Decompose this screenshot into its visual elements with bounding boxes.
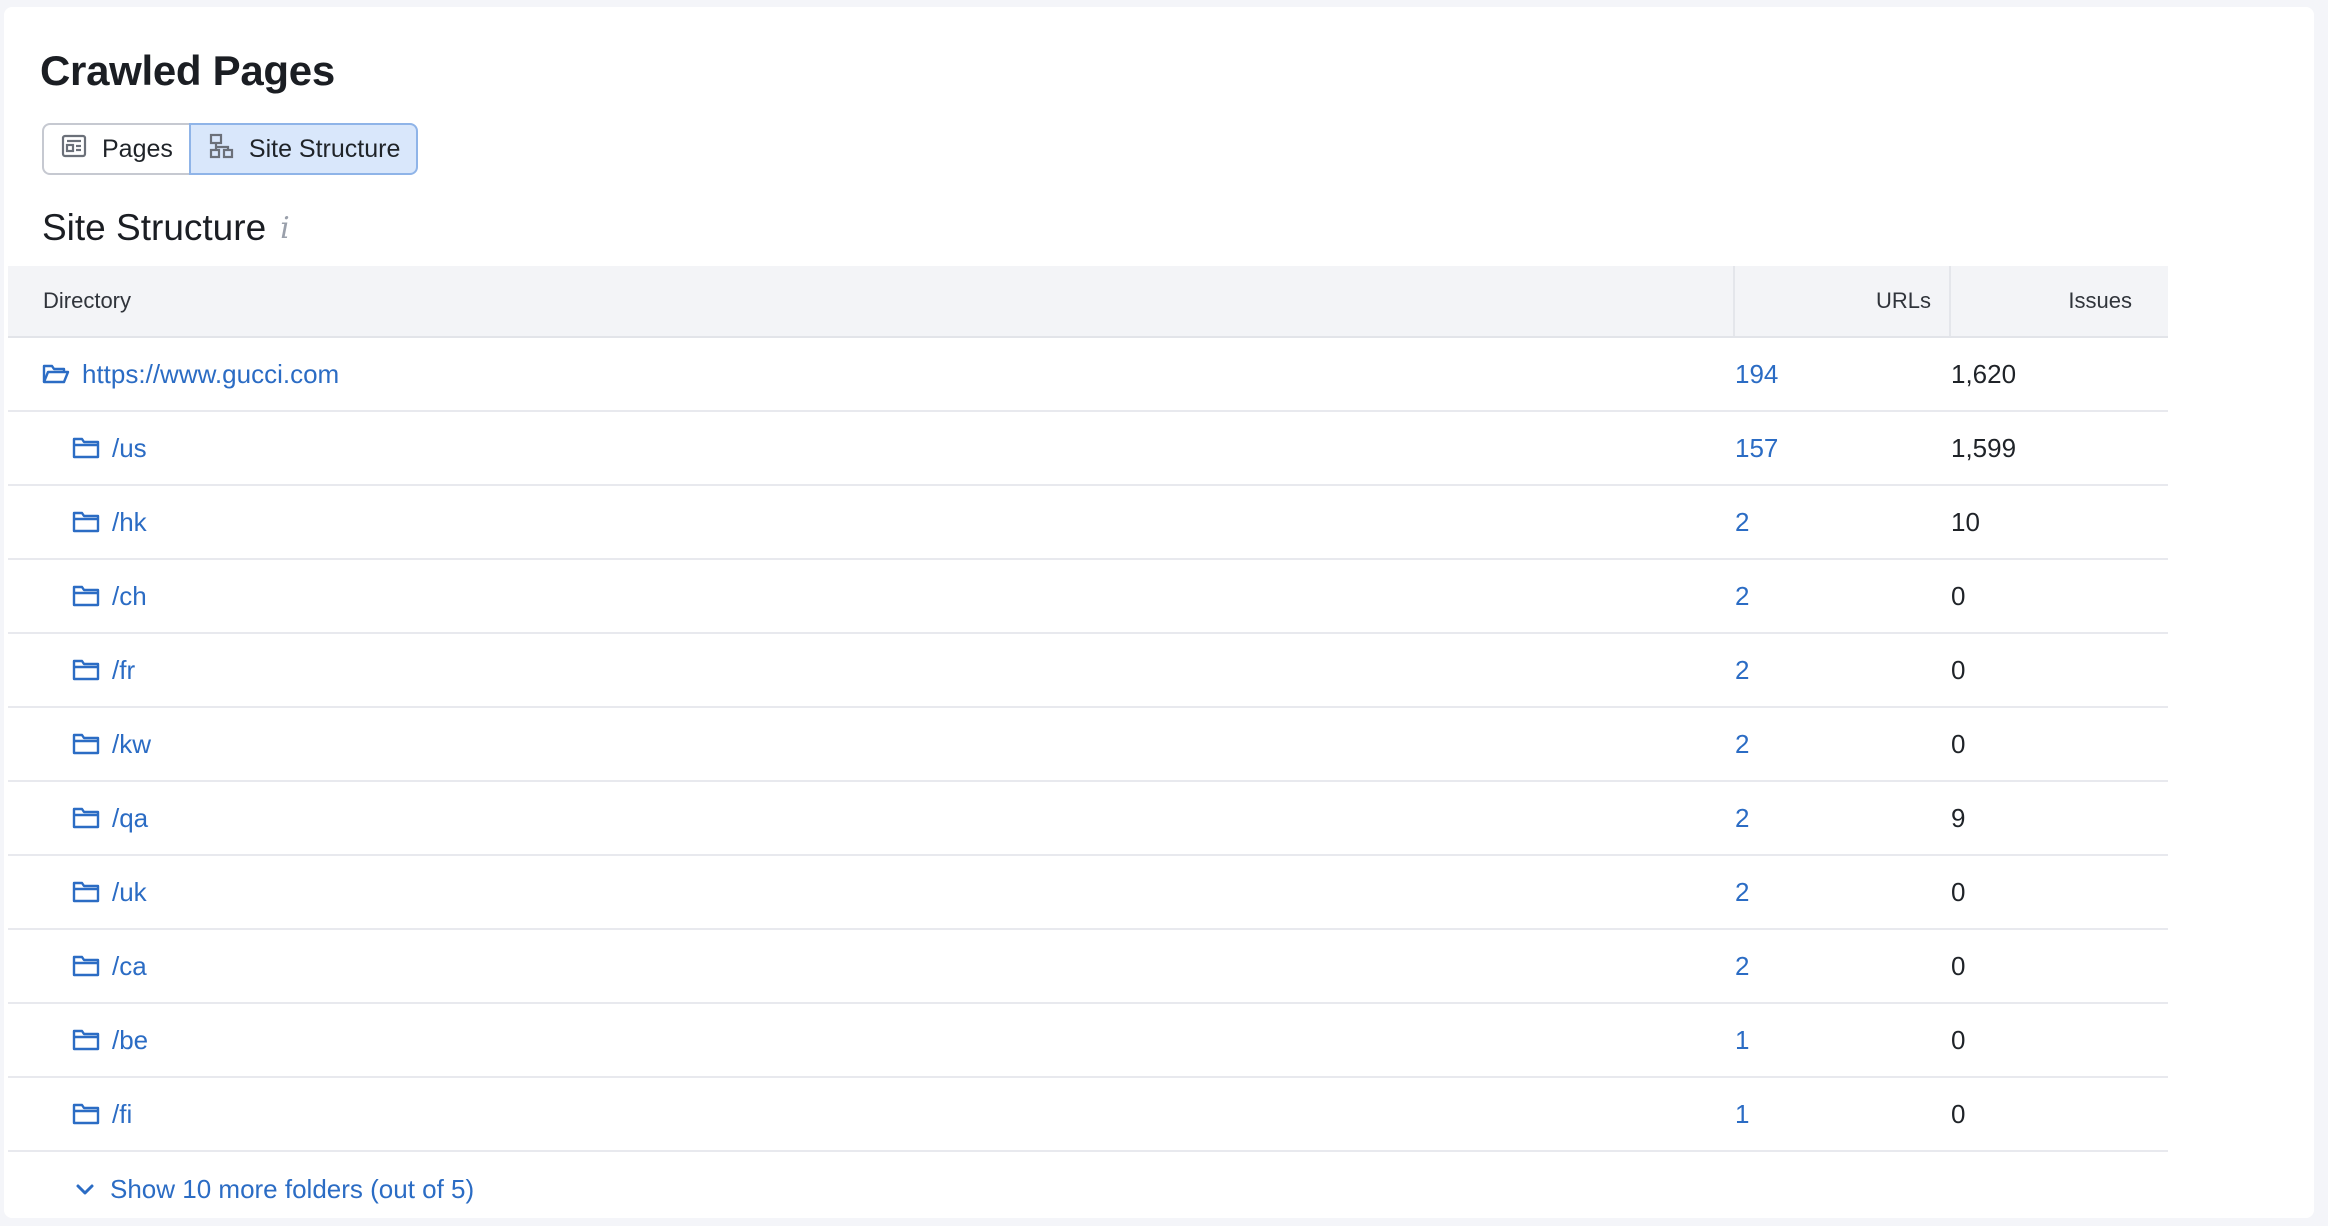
- urls-count-link[interactable]: 2: [1735, 951, 1951, 982]
- folder-icon: [72, 955, 100, 977]
- site-structure-view-button[interactable]: Site Structure: [188, 123, 419, 175]
- table-row: /uk 2 0: [8, 856, 2168, 930]
- table-row: /qa 2 9: [8, 782, 2168, 856]
- table-row: /ca 2 0: [8, 930, 2168, 1004]
- page-title: Crawled Pages: [40, 47, 335, 94]
- urls-count-link[interactable]: 2: [1735, 803, 1951, 834]
- folder-icon: [72, 881, 100, 903]
- urls-column-header[interactable]: URLs: [1735, 266, 1951, 336]
- directory-link[interactable]: /us: [112, 433, 147, 464]
- table-row: https://www.gucci.com 194 1,620: [8, 338, 2168, 412]
- table-row: /fi 1 0: [8, 1078, 2168, 1152]
- site-structure-table: Directory URLs Issues https://www.gucci.…: [8, 266, 2168, 1226]
- directory-link[interactable]: /uk: [112, 877, 147, 908]
- directory-column-header[interactable]: Directory: [8, 266, 1735, 336]
- issues-count: 1,599: [1951, 432, 2017, 463]
- issues-count: 0: [1951, 876, 1966, 907]
- directory-link[interactable]: /qa: [112, 803, 148, 834]
- urls-count-link[interactable]: 194: [1735, 359, 1951, 390]
- folder-icon: [72, 1103, 100, 1125]
- table-row: /fr 2 0: [8, 634, 2168, 708]
- issues-count: 0: [1951, 654, 1966, 685]
- urls-count-link[interactable]: 2: [1735, 729, 1951, 760]
- section-header: Site Structure i: [42, 207, 290, 249]
- issues-count: 0: [1951, 580, 1966, 611]
- info-icon[interactable]: i: [280, 211, 290, 246]
- directory-link[interactable]: /be: [112, 1025, 148, 1056]
- view-toggle: Pages Site Structure: [42, 123, 419, 175]
- directory-link[interactable]: /fi: [112, 1099, 132, 1130]
- urls-count-link[interactable]: 2: [1735, 655, 1951, 686]
- section-title: Site Structure: [42, 207, 267, 248]
- open-folder-icon: [42, 364, 70, 384]
- folder-icon: [72, 733, 100, 755]
- folder-icon: [72, 511, 100, 533]
- urls-count-link[interactable]: 2: [1735, 581, 1951, 612]
- urls-count-link[interactable]: 2: [1735, 507, 1951, 538]
- issues-count: 0: [1951, 1024, 1966, 1055]
- folder-icon: [72, 659, 100, 681]
- site-structure-icon: [207, 132, 235, 167]
- folder-icon: [72, 807, 100, 829]
- directory-link[interactable]: /fr: [112, 655, 135, 686]
- issues-column-header[interactable]: Issues: [1951, 266, 2168, 336]
- show-more-folders-button[interactable]: Show 10 more folders (out of 5): [8, 1152, 2168, 1226]
- issues-count: 0: [1951, 728, 1966, 759]
- pages-icon: [60, 132, 88, 167]
- issues-count: 0: [1951, 950, 1966, 981]
- directory-link[interactable]: /ca: [112, 951, 147, 982]
- directory-link[interactable]: /kw: [112, 729, 151, 760]
- urls-count-link[interactable]: 1: [1735, 1099, 1951, 1130]
- table-row: /be 1 0: [8, 1004, 2168, 1078]
- folder-icon: [72, 585, 100, 607]
- issues-count: 9: [1951, 802, 1966, 833]
- issues-count: 0: [1951, 1098, 1966, 1129]
- issues-count: 1,620: [1951, 358, 2017, 389]
- issues-count: 10: [1951, 506, 1980, 537]
- directory-link[interactable]: /hk: [112, 507, 147, 538]
- urls-count-link[interactable]: 157: [1735, 433, 1951, 464]
- chevron-down-icon: [76, 1184, 94, 1195]
- site-structure-view-label: Site Structure: [248, 134, 401, 163]
- folder-icon: [72, 1029, 100, 1051]
- directory-link[interactable]: /ch: [112, 581, 147, 612]
- urls-count-link[interactable]: 2: [1735, 877, 1951, 908]
- pages-view-button[interactable]: Pages: [42, 123, 189, 175]
- folder-icon: [72, 437, 100, 459]
- table-row: /ch 2 0: [8, 560, 2168, 634]
- table-row: /us 157 1,599: [8, 412, 2168, 486]
- show-more-label: Show 10 more folders (out of 5): [110, 1173, 475, 1204]
- table-row: /hk 2 10: [8, 486, 2168, 560]
- urls-count-link[interactable]: 1: [1735, 1025, 1951, 1056]
- crawled-pages-card: Crawled Pages Pages Site Structure Site …: [4, 7, 2314, 1218]
- table-header: Directory URLs Issues: [8, 266, 2168, 338]
- directory-link[interactable]: https://www.gucci.com: [82, 359, 339, 390]
- table-row: /kw 2 0: [8, 708, 2168, 782]
- pages-view-label: Pages: [102, 134, 173, 163]
